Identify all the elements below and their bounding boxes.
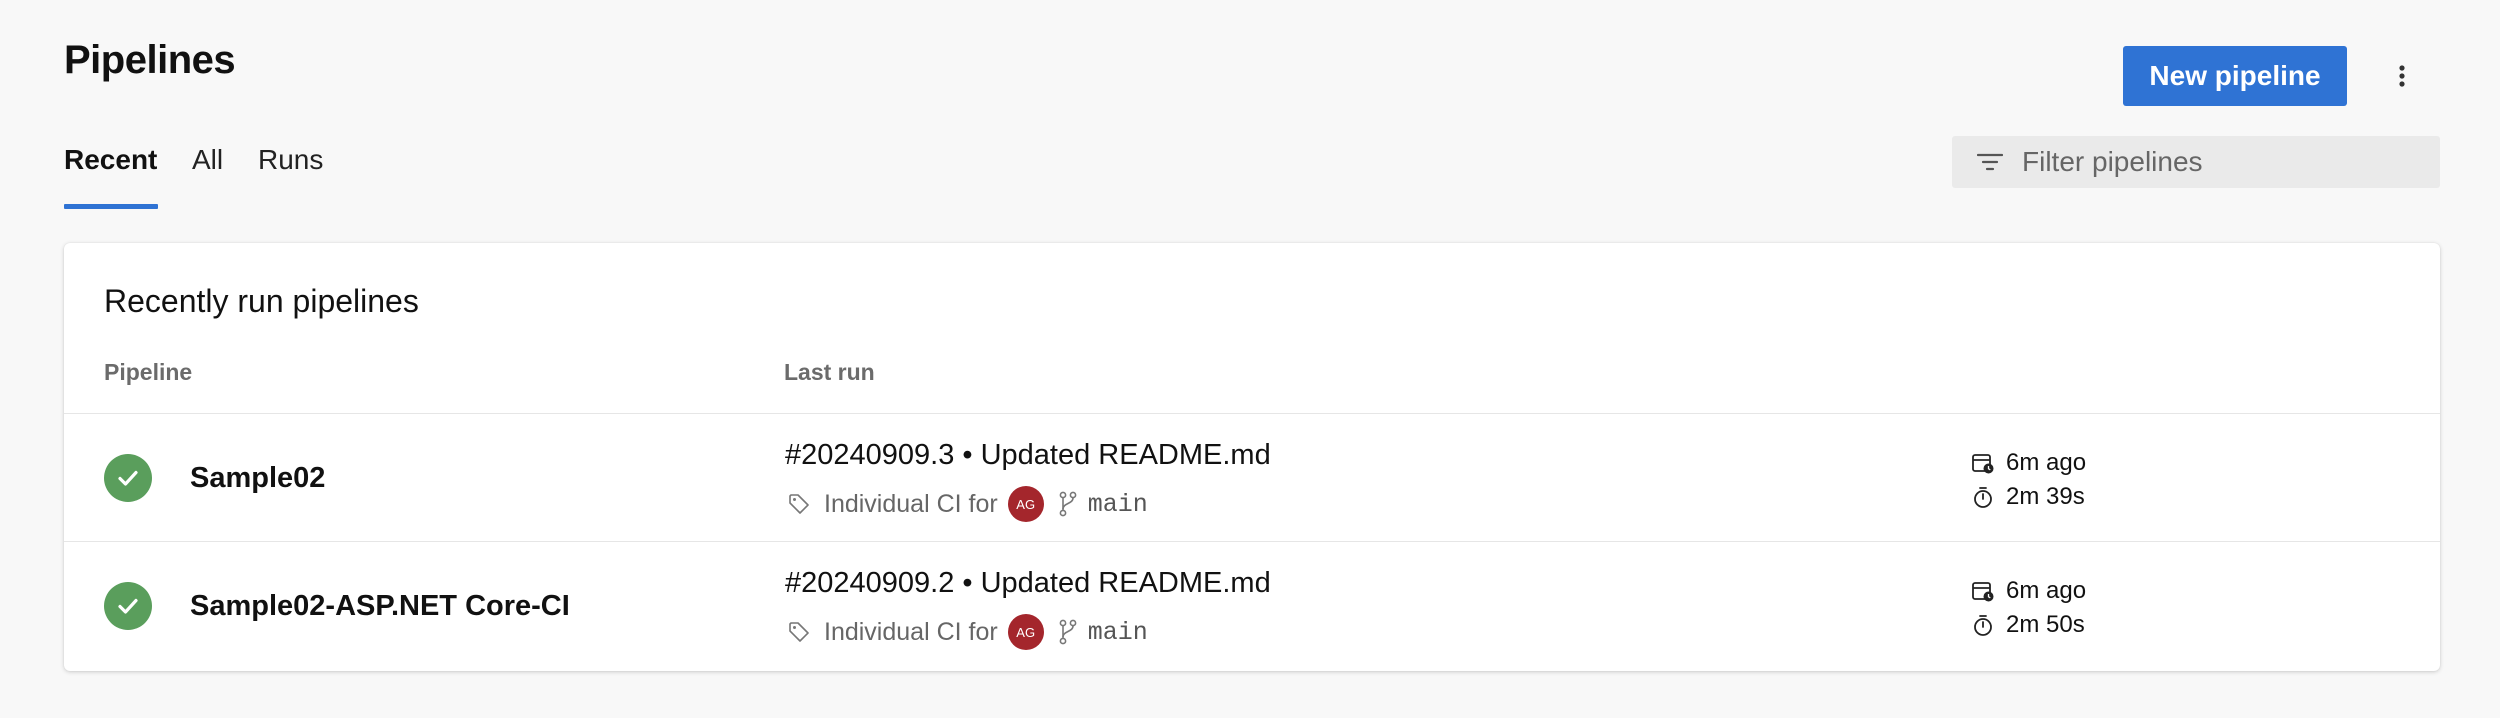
branch-icon	[1058, 618, 1082, 646]
calendar-clock-icon	[1970, 578, 1996, 604]
active-tab-indicator	[64, 204, 158, 209]
time-ago: 6m ago	[2006, 449, 2087, 476]
more-vertical-icon	[2399, 65, 2405, 87]
tab-all[interactable]: All	[192, 144, 223, 208]
run-meta: Individual CI for AG main	[788, 486, 1148, 522]
stopwatch-icon	[1970, 484, 1996, 510]
filter-box[interactable]	[1952, 136, 2440, 188]
duration: 2m 50s	[2006, 611, 2085, 638]
status-succeeded-icon	[104, 582, 152, 630]
run-title-link[interactable]: #20240909.2 • Updated README.md	[785, 567, 1271, 600]
pipeline-row[interactable]: Sample02 #20240909.3 • Updated README.md…	[64, 413, 2440, 542]
filter-input[interactable]	[2020, 145, 2414, 179]
stopwatch-icon	[1970, 612, 1996, 638]
more-options-button[interactable]	[2382, 56, 2422, 96]
time-ago: 6m ago	[2006, 577, 2087, 604]
avatar[interactable]: AG	[1007, 614, 1044, 650]
run-time-info: 6m ago 2m 39s	[1970, 446, 2086, 514]
card-title: Recently run pipelines	[104, 283, 419, 319]
page-title: Pipelines	[64, 38, 236, 82]
status-succeeded-icon	[104, 454, 152, 502]
branch-icon	[1058, 490, 1082, 518]
pipeline-row[interactable]: Sample02-ASP.NET Core-CI #20240909.2 • U…	[64, 541, 2440, 670]
trigger-text: Individual CI for	[824, 489, 998, 518]
run-meta: Individual CI for AG main	[788, 614, 1148, 650]
run-title-link[interactable]: #20240909.3 • Updated README.md	[785, 439, 1271, 472]
tab-recent[interactable]: Recent	[64, 144, 157, 208]
tab-runs[interactable]: Runs	[258, 144, 323, 208]
tag-icon	[788, 620, 812, 644]
column-header-pipeline[interactable]: Pipeline	[104, 359, 192, 386]
tag-icon	[788, 492, 812, 516]
avatar[interactable]: AG	[1007, 486, 1044, 522]
duration: 2m 39s	[2006, 483, 2085, 510]
pipeline-name-link[interactable]: Sample02-ASP.NET Core-CI	[190, 590, 570, 623]
column-header-last-run[interactable]: Last run	[784, 359, 875, 386]
new-pipeline-button[interactable]: New pipeline	[2123, 46, 2347, 106]
pipelines-page: Pipelines New pipeline Recent All Runs R…	[0, 0, 2500, 718]
branch-name[interactable]: main	[1088, 618, 1148, 647]
filter-icon	[1976, 148, 2004, 176]
trigger-text: Individual CI for	[824, 617, 998, 646]
calendar-clock-icon	[1970, 450, 1996, 476]
run-time-info: 6m ago 2m 50s	[1970, 574, 2086, 642]
recent-pipelines-card: Recently run pipelines Pipeline Last run…	[64, 243, 2440, 671]
pipeline-name-link[interactable]: Sample02	[190, 462, 325, 495]
branch-name[interactable]: main	[1088, 490, 1148, 519]
